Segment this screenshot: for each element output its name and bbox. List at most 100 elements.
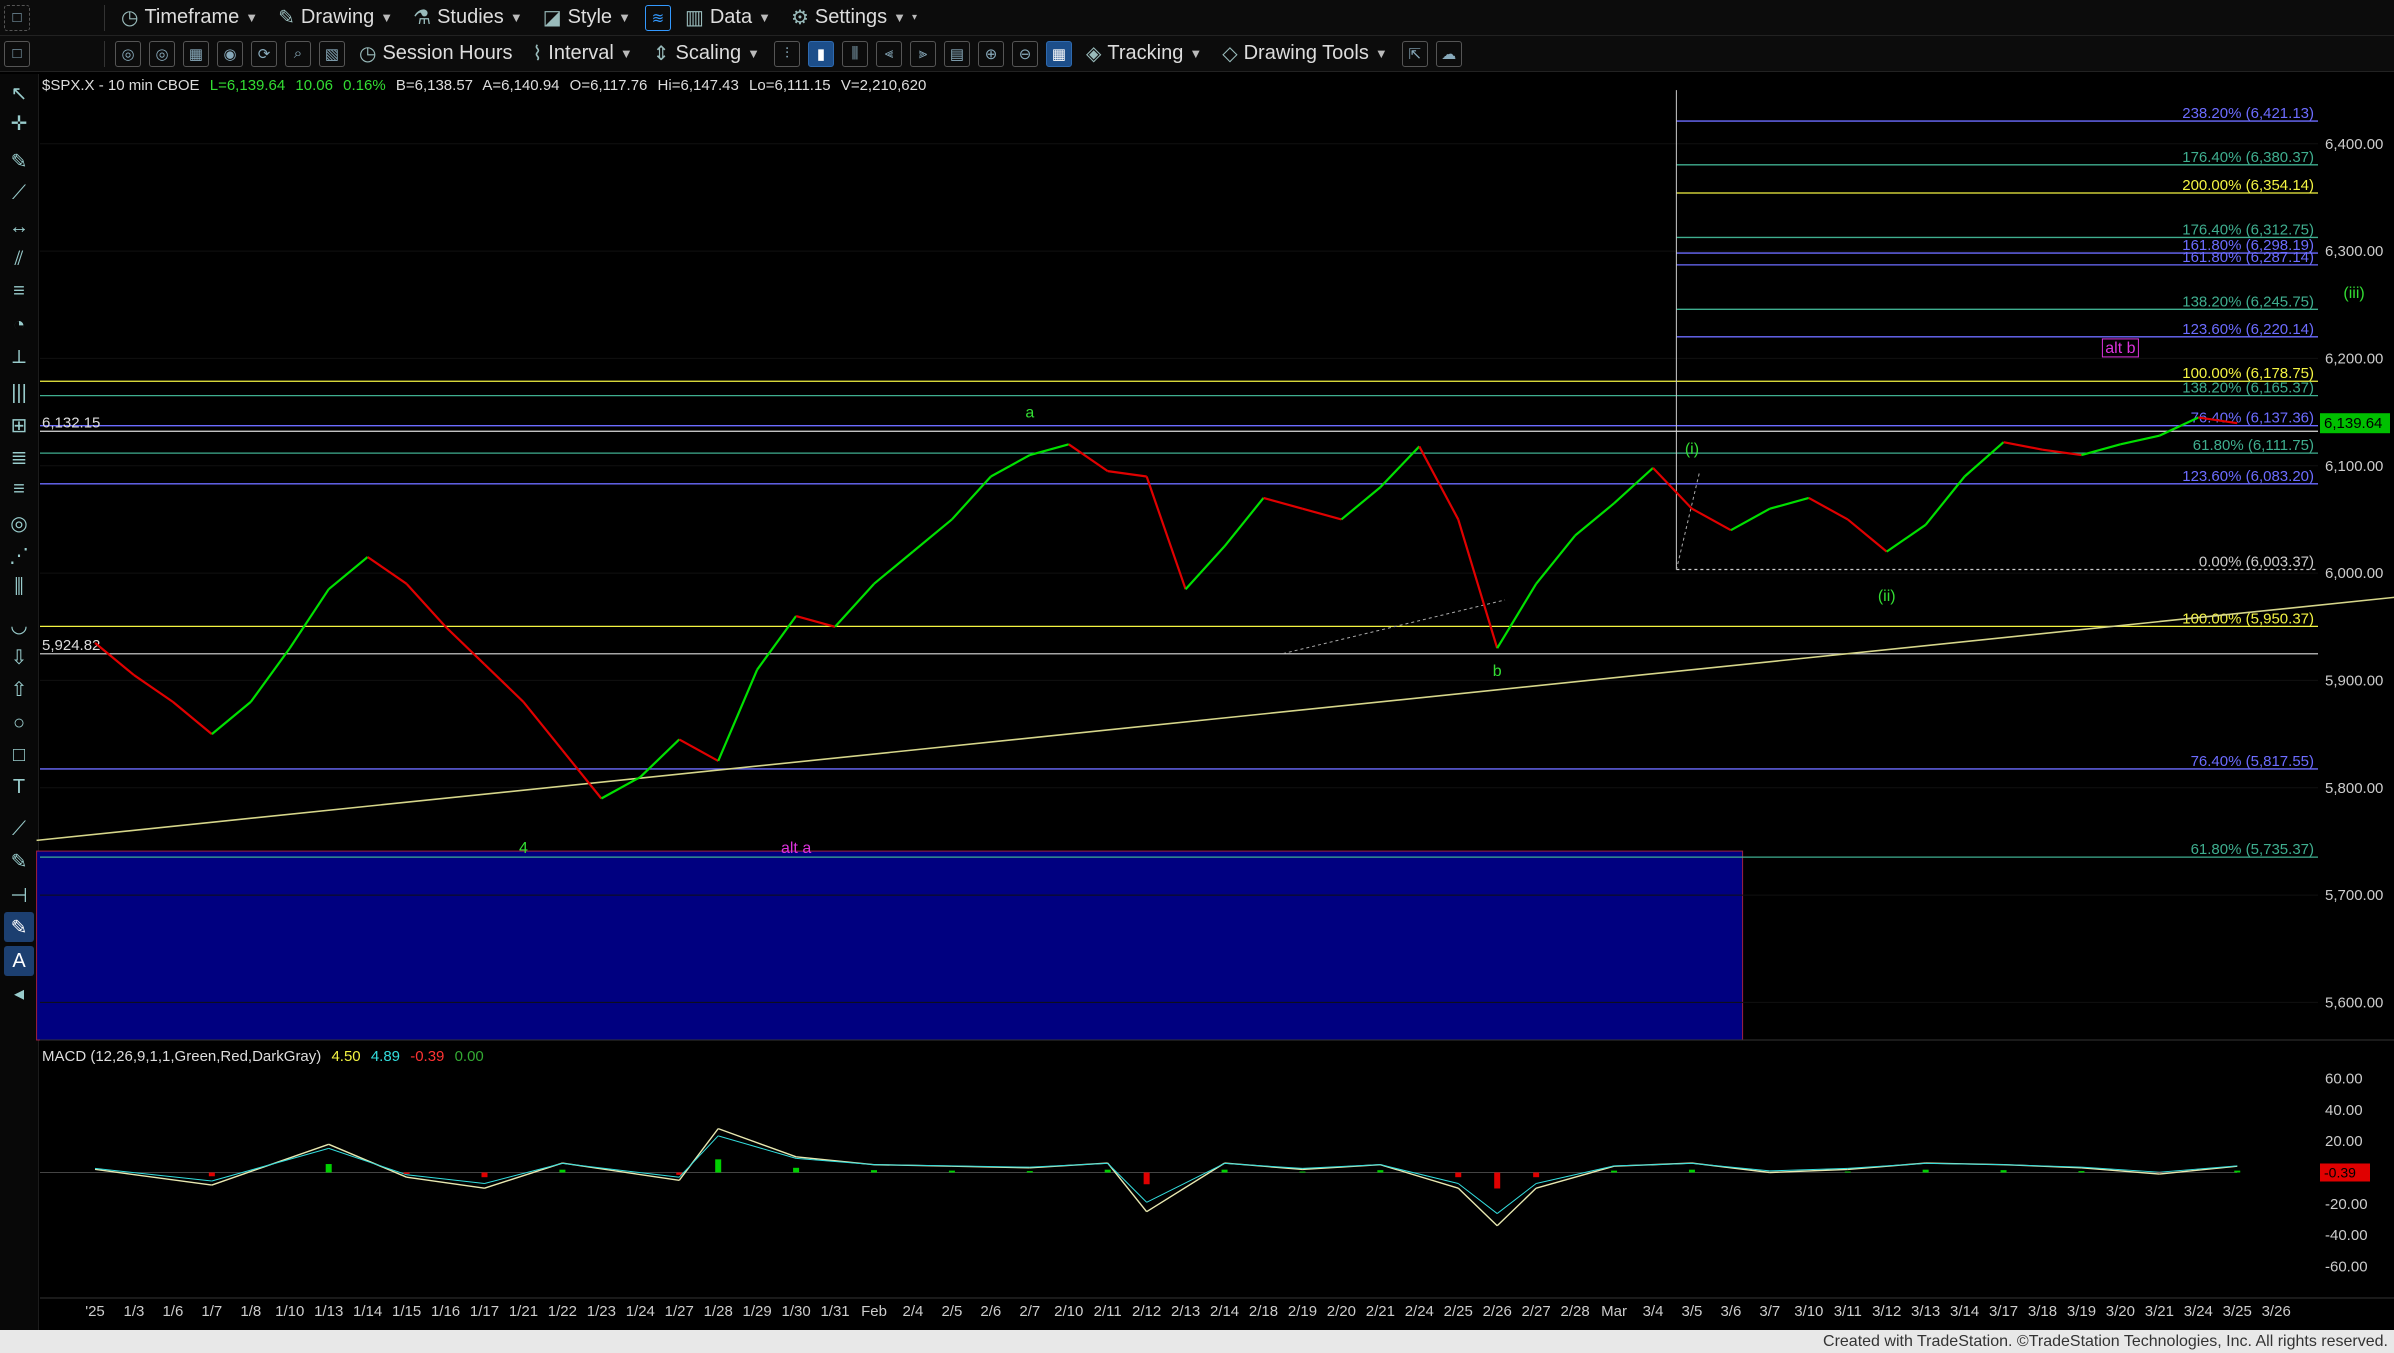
price-tick-label: 5,900.00 xyxy=(2325,672,2383,689)
price-tick-label: 6,300.00 xyxy=(2325,243,2383,260)
fib-level-label: 138.20% (6,245.75) xyxy=(2182,293,2314,310)
time-tick-label: 2/5 xyxy=(941,1303,962,1320)
bid-label: B=6,138.57 xyxy=(396,77,473,94)
price-level-label: 5,924.82 xyxy=(42,637,100,654)
time-tick-label: 1/6 xyxy=(162,1303,183,1320)
time-tick-label: 3/17 xyxy=(1989,1303,2018,1320)
time-tick-label: 1/24 xyxy=(626,1303,655,1320)
price-tick-label: 5,700.00 xyxy=(2325,887,2383,904)
wave-label: (i) xyxy=(1685,441,1699,458)
time-tick-label: 1/22 xyxy=(548,1303,577,1320)
time-tick-label: 3/12 xyxy=(1872,1303,1901,1320)
wave-label: alt a xyxy=(781,840,811,857)
time-tick-label: 3/5 xyxy=(1682,1303,1703,1320)
fib-level-label: 200.00% (6,354.14) xyxy=(2182,177,2314,194)
price-tick-label: 5,800.00 xyxy=(2325,780,2383,797)
last-price-label: L=6,139.64 xyxy=(210,77,286,94)
time-tick-label: 2/27 xyxy=(1522,1303,1551,1320)
macd-diff-value: -0.39 xyxy=(410,1048,444,1065)
macd-tick-label: -20.00 xyxy=(2325,1196,2368,1213)
chart-area[interactable]: $SPX.X - 10 min CBOE L=6,139.64 10.06 0.… xyxy=(0,0,2394,1330)
time-tick-label: 2/20 xyxy=(1327,1303,1356,1320)
macd-tick-label: 20.00 xyxy=(2325,1133,2363,1150)
time-tick-label: 1/7 xyxy=(201,1303,222,1320)
time-tick-label: 2/13 xyxy=(1171,1303,1200,1320)
time-tick-label: 1/3 xyxy=(124,1303,145,1320)
pct-change-label: 0.16% xyxy=(343,77,386,94)
price-tick-label: 6,400.00 xyxy=(2325,136,2383,153)
time-tick-label: 2/21 xyxy=(1366,1303,1395,1320)
time-tick-label: 3/4 xyxy=(1643,1303,1664,1320)
time-tick-label: 3/6 xyxy=(1720,1303,1741,1320)
macd-tick-label: -60.00 xyxy=(2325,1259,2368,1276)
fib-level-label: 123.60% (6,220.14) xyxy=(2182,321,2314,338)
support-zone-rect xyxy=(36,850,1744,1041)
time-tick-label: 2/28 xyxy=(1560,1303,1589,1320)
time-tick-label: 1/14 xyxy=(353,1303,382,1320)
time-tick-label: 1/29 xyxy=(743,1303,772,1320)
time-tick-label: 3/25 xyxy=(2223,1303,2252,1320)
wave-label: (ii) xyxy=(1878,588,1896,605)
time-tick-label: 3/7 xyxy=(1759,1303,1780,1320)
time-tick-label: 2/12 xyxy=(1132,1303,1161,1320)
time-tick-label: 2/7 xyxy=(1019,1303,1040,1320)
price-tick-label: 6,100.00 xyxy=(2325,458,2383,475)
symbol-label: $SPX.X - 10 min CBOE xyxy=(42,77,200,94)
time-tick-label: 2/4 xyxy=(903,1303,924,1320)
time-tick-label: 1/13 xyxy=(314,1303,343,1320)
time-tick-label: 3/10 xyxy=(1794,1303,1823,1320)
price-tick-label: 6,200.00 xyxy=(2325,350,2383,367)
time-tick-label: 1/23 xyxy=(587,1303,616,1320)
chart-background xyxy=(40,74,2394,1330)
macd-tick-label: -40.00 xyxy=(2325,1227,2368,1244)
macd-tick-label: 40.00 xyxy=(2325,1102,2363,1119)
time-tick-label: 2/6 xyxy=(980,1303,1001,1320)
macd-tick-label: 60.00 xyxy=(2325,1071,2363,1088)
fib-level-label: 176.40% (6,380.37) xyxy=(2182,149,2314,166)
macd-signal-value: 4.89 xyxy=(371,1048,400,1065)
blue-zone xyxy=(36,850,1744,1041)
time-tick-label: 3/24 xyxy=(2184,1303,2213,1320)
copyright-footer: Created with TradeStation. ©TradeStation… xyxy=(0,1330,2394,1353)
time-tick-label: 3/19 xyxy=(2067,1303,2096,1320)
fib-level-label: 161.80% (6,287.14) xyxy=(2182,249,2314,266)
time-tick-label: 2/14 xyxy=(1210,1303,1239,1320)
time-tick-label: 1/30 xyxy=(781,1303,810,1320)
time-tick-label: 3/18 xyxy=(2028,1303,2057,1320)
time-tick-label: 1/10 xyxy=(275,1303,304,1320)
time-tick-label: Mar xyxy=(1601,1303,1627,1320)
time-tick-label: 1/8 xyxy=(240,1303,261,1320)
time-tick-label: 3/14 xyxy=(1950,1303,1979,1320)
low-label: Lo=6,111.15 xyxy=(749,77,831,94)
time-tick-label: 2/10 xyxy=(1054,1303,1083,1320)
time-tick-label: Feb xyxy=(861,1303,887,1320)
time-tick-label: 3/21 xyxy=(2145,1303,2174,1320)
volume-label: V=2,210,620 xyxy=(841,77,927,94)
chart-header: $SPX.X - 10 min CBOE L=6,139.64 10.06 0.… xyxy=(42,77,926,94)
time-tick-label: 2/19 xyxy=(1288,1303,1317,1320)
time-tick-label: 1/21 xyxy=(509,1303,538,1320)
time-tick-label: 3/20 xyxy=(2106,1303,2135,1320)
time-tick-label: 1/27 xyxy=(665,1303,694,1320)
macd-last-marker-label: -0.39 xyxy=(2324,1165,2356,1181)
wave-label: a xyxy=(1025,404,1034,421)
open-label: O=6,117.76 xyxy=(570,77,648,94)
fib-level-label: 61.80% (5,735.37) xyxy=(2191,841,2314,858)
wave-label: b xyxy=(1493,663,1502,680)
macd-zero-value: 0.00 xyxy=(455,1048,484,1065)
price-tick-label: 6,000.00 xyxy=(2325,565,2383,582)
last-price-marker-label: 6,139.64 xyxy=(2324,415,2382,432)
time-tick-label: 1/15 xyxy=(392,1303,421,1320)
time-tick-label: 2/24 xyxy=(1405,1303,1434,1320)
time-tick-label: 2/25 xyxy=(1444,1303,1473,1320)
macd-header: MACD (12,26,9,1,1,Green,Red,DarkGray) 4.… xyxy=(42,1048,484,1065)
time-axis[interactable]: '25 1/3 1/6 1/7 1/8 1/10 1/13 1/14 1/15 1/16 1/17 1… xyxy=(85,1303,2291,1320)
macd-title: MACD (12,26,9,1,1,Green,Red,DarkGray) xyxy=(42,1048,321,1065)
time-tick-label: 2/18 xyxy=(1249,1303,1278,1320)
fib-level-label: 123.60% (6,083.20) xyxy=(2182,468,2314,485)
fib-level-label: 61.80% (6,111.75) xyxy=(2193,437,2314,454)
change-label: 10.06 xyxy=(295,77,333,94)
time-tick-label: 2/26 xyxy=(1483,1303,1512,1320)
wave-label: 4 xyxy=(519,840,528,857)
time-tick-label: 1/31 xyxy=(820,1303,849,1320)
